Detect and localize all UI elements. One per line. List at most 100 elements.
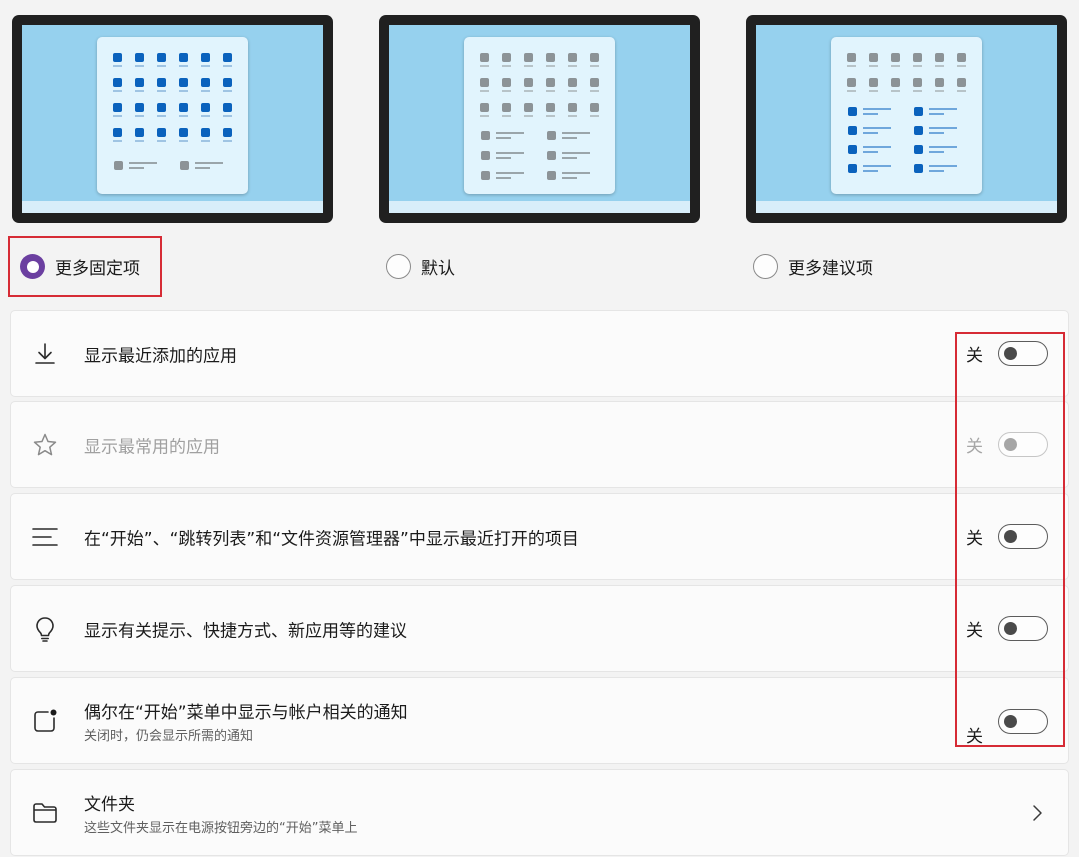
preview-pin-label	[113, 115, 122, 117]
preview-pin-label	[568, 115, 577, 117]
preview-pin-label	[223, 140, 232, 142]
folder-icon	[33, 802, 57, 823]
preview-pin-label	[546, 115, 555, 117]
star-icon	[33, 433, 57, 455]
layout-preview-more-recommendations[interactable]	[746, 15, 1067, 223]
preview-recommended-line	[863, 151, 878, 153]
preview-recommended-line	[929, 170, 944, 172]
preview-pin-icon	[157, 103, 166, 112]
preview-recommended-line	[562, 132, 590, 134]
preview-pin-icon	[223, 103, 232, 112]
preview-pin-label	[568, 65, 577, 67]
setting-title: 偶尔在“开始”菜单中显示与帐户相关的通知	[84, 702, 408, 723]
preview-pin-icon	[869, 78, 878, 87]
preview-pin-icon	[568, 78, 577, 87]
setting-text: 显示最常用的应用	[84, 432, 220, 457]
preview-pin-icon	[502, 103, 511, 112]
setting-subtitle: 关闭时，仍会显示所需的通知	[84, 728, 254, 744]
preview-recommended-line	[863, 146, 891, 148]
preview-recommended-line	[863, 165, 891, 167]
preview-pin-label	[113, 140, 122, 142]
preview-recommended-line	[562, 137, 577, 139]
setting-text: 显示有关提示、快捷方式、新应用等的建议	[84, 616, 407, 641]
preview-screen	[756, 25, 1057, 213]
setting-title: 在“开始”、“跳转列表”和“文件资源管理器”中显示最近打开的项目	[84, 529, 579, 549]
preview-recommended-line	[129, 167, 144, 169]
preview-pin-icon	[590, 103, 599, 112]
preview-pin-label	[869, 90, 878, 92]
preview-recommended-line	[496, 157, 511, 159]
preview-pin-icon	[480, 78, 489, 87]
toggle-most-used[interactable]	[998, 432, 1048, 457]
preview-pin-label	[524, 90, 533, 92]
preview-pin-label	[480, 90, 489, 92]
radio-label-more-recommendations: 更多建议项	[788, 259, 873, 279]
toggle-recent-items[interactable]	[998, 524, 1048, 549]
preview-pin-icon	[546, 78, 555, 87]
setting-row-folders[interactable]: 文件夹 这些文件夹显示在电源按钮旁边的“开始”菜单上	[10, 769, 1069, 856]
preview-pin-label	[157, 140, 166, 142]
preview-pin-icon	[179, 78, 188, 87]
preview-pin-icon	[113, 78, 122, 87]
preview-pin-label	[869, 65, 878, 67]
preview-start-menu	[97, 37, 248, 194]
lightbulb-icon	[36, 616, 54, 642]
preview-pin-icon	[135, 103, 144, 112]
preview-pin-icon	[135, 128, 144, 137]
preview-pin-icon	[957, 53, 966, 62]
preview-recommended-line	[129, 162, 157, 164]
preview-pin-label	[524, 65, 533, 67]
radio-more-recommendations[interactable]: 更多建议项	[743, 236, 873, 297]
toggle-suggestions[interactable]	[998, 616, 1048, 641]
setting-text: 文件夹 这些文件夹显示在电源按钮旁边的“开始”菜单上	[84, 790, 357, 836]
radio-more-pins[interactable]: 更多固定项	[10, 236, 140, 297]
preview-pin-icon	[113, 128, 122, 137]
radio-button-more-pins[interactable]	[20, 254, 45, 279]
preview-recommended-line	[929, 146, 957, 148]
preview-pin-label	[157, 115, 166, 117]
setting-row-recently-added: 显示最近添加的应用 关	[10, 310, 1069, 397]
toggle-account-notifications[interactable]	[998, 709, 1048, 734]
preview-recommended-icon	[547, 151, 556, 160]
preview-recommended-icon	[914, 164, 923, 173]
preview-recommended-line	[562, 172, 590, 174]
preview-recommended-line	[929, 165, 957, 167]
preview-pin-icon	[179, 103, 188, 112]
folders-subtitle: 这些文件夹显示在电源按钮旁边的“开始”菜单上	[84, 820, 358, 836]
layout-preview-default[interactable]	[379, 15, 700, 223]
preview-recommended-line	[929, 132, 944, 134]
preview-recommended-line	[195, 167, 210, 169]
preview-pin-label	[135, 90, 144, 92]
toggle-recently-added[interactable]	[998, 341, 1048, 366]
preview-recommended-icon	[481, 171, 490, 180]
preview-pin-icon	[847, 78, 856, 87]
preview-pin-label	[935, 90, 944, 92]
preview-pin-label	[179, 90, 188, 92]
preview-pin-icon	[546, 53, 555, 62]
preview-pin-icon	[935, 78, 944, 87]
preview-pin-label	[223, 65, 232, 67]
preview-pin-label	[913, 65, 922, 67]
preview-pin-label	[590, 115, 599, 117]
preview-pin-icon	[223, 53, 232, 62]
preview-recommended-line	[929, 127, 957, 129]
preview-pin-label	[480, 115, 489, 117]
layout-preview-more-pins[interactable]	[12, 15, 333, 223]
preview-pin-icon	[201, 53, 210, 62]
preview-recommended-line	[863, 127, 891, 129]
preview-pin-icon	[201, 103, 210, 112]
radio-button-more-recommendations[interactable]	[753, 254, 778, 279]
preview-pin-icon	[891, 53, 900, 62]
preview-start-menu	[831, 37, 982, 194]
preview-pin-icon	[157, 128, 166, 137]
preview-recommended-line	[496, 132, 524, 134]
preview-pin-label	[847, 65, 856, 67]
preview-pin-label	[179, 115, 188, 117]
preview-screen	[389, 25, 690, 213]
setting-row-account-notifications: 偶尔在“开始”菜单中显示与帐户相关的通知 关闭时，仍会显示所需的通知 关	[10, 677, 1069, 764]
radio-default[interactable]: 默认	[376, 236, 455, 297]
notification-icon	[34, 709, 57, 732]
preview-recommended-line	[496, 177, 511, 179]
radio-button-default[interactable]	[386, 254, 411, 279]
preview-pin-icon	[502, 78, 511, 87]
